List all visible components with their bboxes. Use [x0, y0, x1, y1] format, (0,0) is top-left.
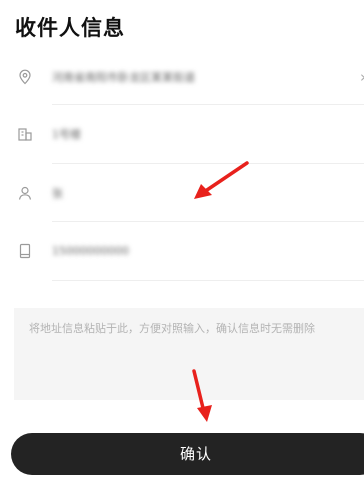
building-icon [17, 126, 33, 142]
recipient-value: 张 [52, 187, 63, 200]
building-field[interactable]: 1号楼 [0, 107, 364, 161]
annotation-arrow-icon [194, 161, 249, 199]
divider [52, 280, 364, 281]
location-pin-icon [17, 69, 33, 85]
paste-placeholder: 将地址信息粘贴于此，方便对照输入，确认信息时无需删除 [29, 322, 315, 335]
confirm-button[interactable]: 确认 [11, 433, 364, 475]
recipient-field[interactable]: 张 [0, 166, 364, 220]
address-value: 河南省南阳市卧龙区某某街道 [52, 71, 195, 84]
divider [52, 104, 364, 105]
phone-value: 15000000000 [52, 244, 129, 258]
address-field[interactable]: 河南省南阳市卧龙区某某街道 › [0, 50, 364, 104]
divider [52, 221, 364, 222]
annotation-arrow-icon [192, 369, 212, 422]
chevron-right-icon[interactable]: › [360, 68, 364, 86]
phone-icon [17, 243, 33, 259]
building-value: 1号楼 [52, 128, 81, 141]
page-title: 收件人信息 [15, 16, 125, 40]
person-icon [17, 185, 33, 201]
phone-field[interactable]: 15000000000 [0, 224, 364, 278]
